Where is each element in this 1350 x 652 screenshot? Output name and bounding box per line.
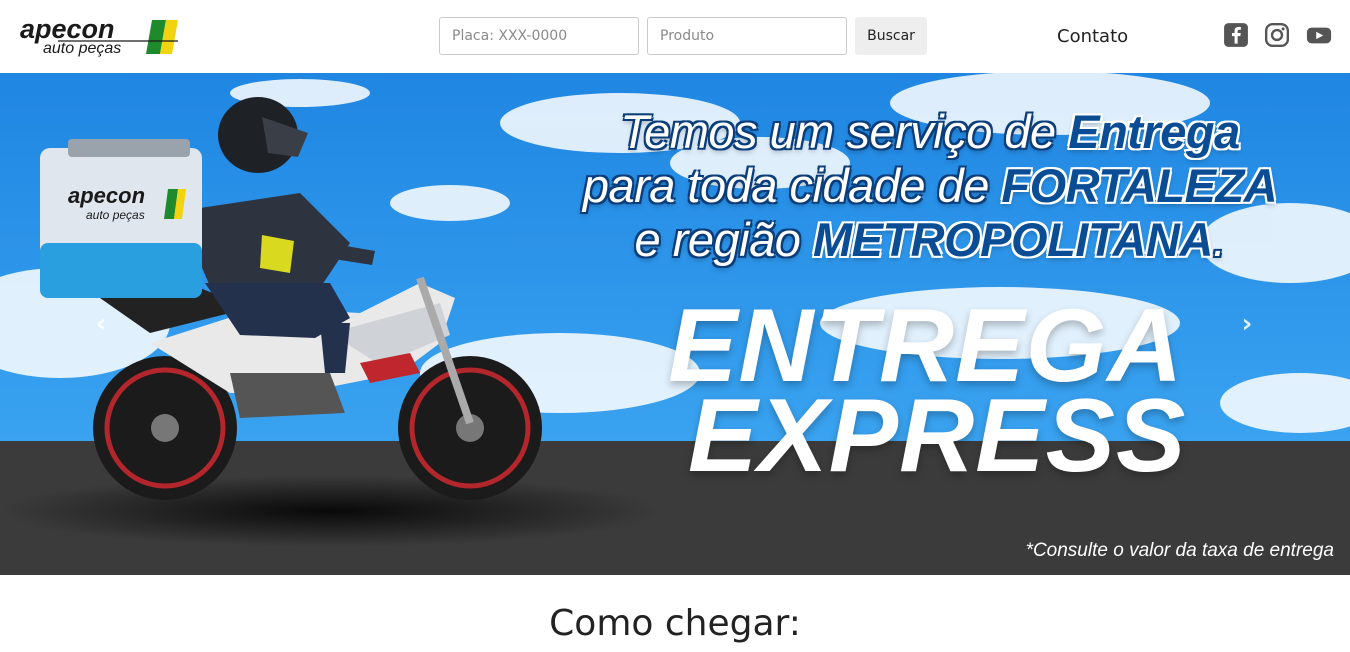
- apecon-logo[interactable]: apecon auto peças: [18, 14, 180, 58]
- headline-line1-emphasis: Entrega: [1068, 105, 1240, 158]
- entrega-express-title: ENTREGA EXPRESS: [668, 294, 1187, 494]
- headline-line2-text: para toda cidade de: [582, 159, 1002, 212]
- logo-text-sub: auto peças: [43, 40, 121, 57]
- headline-line3-emphasis: METROPOLITANA: [812, 213, 1213, 266]
- headline-line2-emphasis: FORTALEZA: [1001, 159, 1278, 212]
- plate-search-input[interactable]: [439, 17, 639, 55]
- product-search-input[interactable]: [647, 17, 847, 55]
- headline-line3-period: .: [1212, 213, 1226, 266]
- site-header: apecon auto peças Buscar Contato: [0, 0, 1350, 73]
- banner-headline: Temos um serviço de Entrega para toda ci…: [530, 105, 1330, 267]
- carousel-next-arrow[interactable]: ›: [1232, 309, 1262, 339]
- box-logo-text: apecon: [68, 183, 145, 208]
- directions-heading: Como chegar:: [549, 603, 801, 644]
- carousel-prev-arrow[interactable]: ‹: [86, 309, 116, 339]
- instagram-icon[interactable]: [1264, 22, 1290, 48]
- contact-link[interactable]: Contato: [1057, 26, 1128, 47]
- facebook-icon[interactable]: [1223, 22, 1249, 48]
- search-button[interactable]: Buscar: [855, 17, 927, 55]
- box-logo-subtext: auto peças: [86, 208, 145, 222]
- delivery-banner-carousel[interactable]: apecon auto peças Temos um serviço de En…: [0, 73, 1350, 575]
- delivery-fee-note: *Consulte o valor da taxa de entrega: [1025, 540, 1334, 561]
- headline-line1-text: Temos um serviço de: [620, 105, 1069, 158]
- express-line-2: EXPRESS: [688, 378, 1187, 494]
- youtube-icon[interactable]: [1306, 22, 1332, 48]
- headline-line3-text: e região: [634, 213, 813, 266]
